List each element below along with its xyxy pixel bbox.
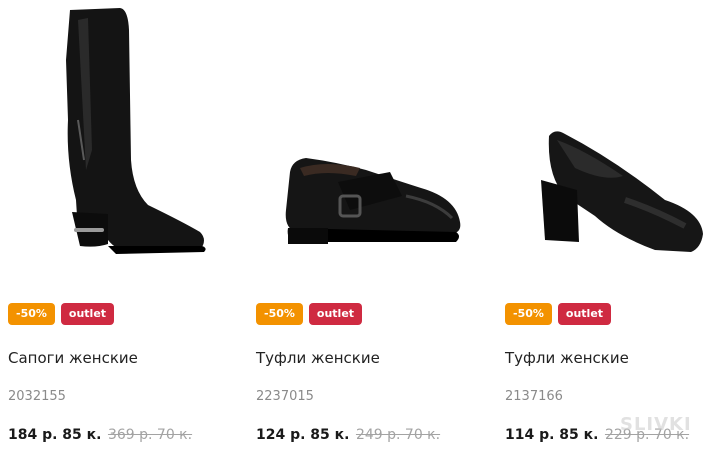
discount-badge: -50% — [505, 303, 552, 325]
product-card[interactable]: -50% outlet Туфли женские 2137166 114 р.… — [505, 0, 714, 451]
product-card[interactable]: -50% outlet Сапоги женские 2032155 184 р… — [8, 0, 248, 451]
old-price: 249 р. 70 к. — [355, 427, 441, 443]
product-price: 184 р. 85 к. 369 р. 70 к. — [8, 427, 192, 443]
block-heel-pump-image[interactable] — [505, 0, 714, 290]
watermark-logo: SLIVKI — [620, 414, 692, 435]
current-price: 184 р. 85 к. — [8, 427, 102, 443]
current-price: 114 р. 85 к. — [505, 427, 599, 443]
product-name[interactable]: Туфли женские — [505, 349, 629, 367]
product-sku: 2237015 — [256, 389, 314, 404]
current-price: 124 р. 85 к. — [256, 427, 350, 443]
product-card[interactable]: -50% outlet Туфли женские 2237015 124 р.… — [256, 0, 496, 451]
product-price: 124 р. 85 к. 249 р. 70 к. — [256, 427, 440, 443]
product-name[interactable]: Туфли женские — [256, 349, 380, 367]
outlet-badge: outlet — [60, 303, 115, 325]
knee-high-boot-image[interactable] — [8, 0, 218, 290]
product-name[interactable]: Сапоги женские — [8, 349, 138, 367]
discount-badge: -50% — [256, 303, 303, 325]
product-sku: 2032155 — [8, 389, 66, 404]
product-grid: -50% outlet Сапоги женские 2032155 184 р… — [0, 0, 714, 451]
outlet-badge: outlet — [557, 303, 612, 325]
product-sku: 2137166 — [505, 389, 563, 404]
buckle-shoe-image[interactable] — [256, 0, 466, 290]
old-price: 369 р. 70 к. — [107, 427, 193, 443]
discount-badge: -50% — [8, 303, 55, 325]
outlet-badge: outlet — [308, 303, 363, 325]
